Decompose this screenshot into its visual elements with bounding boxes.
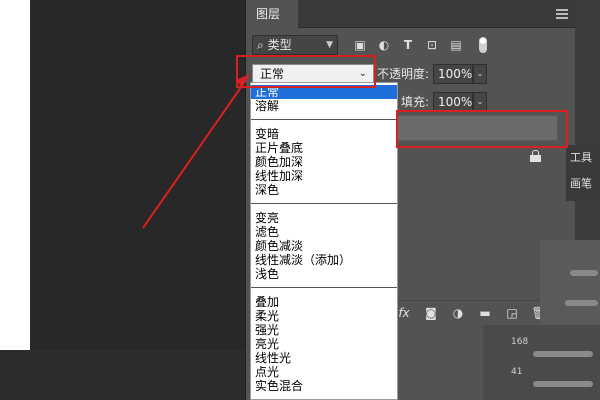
annotation-arrow-line [142,79,247,229]
annotation-arrow-head [236,74,250,88]
annotation-arrow [142,74,250,229]
